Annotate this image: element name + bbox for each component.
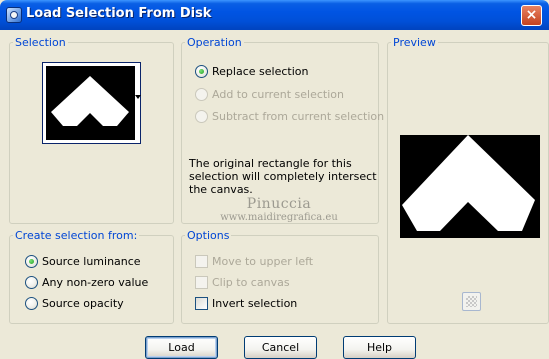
operation-legend: Operation bbox=[185, 36, 244, 49]
watermark-url: www.maidiregrafica.eu bbox=[220, 212, 338, 223]
preview-shape-icon bbox=[402, 135, 535, 231]
app-icon bbox=[6, 7, 22, 23]
selection-thumbnail-image bbox=[46, 66, 135, 140]
options-legend: Options bbox=[185, 229, 232, 242]
invert-selection-label: Invert selection bbox=[212, 297, 298, 310]
move-upper-left-label: Move to upper left bbox=[212, 255, 314, 268]
selection-legend: Selection bbox=[13, 36, 68, 49]
checkbox-icon bbox=[195, 276, 208, 289]
radio-unchecked-icon bbox=[25, 297, 38, 310]
create-from-nonzero-label: Any non-zero value bbox=[42, 276, 149, 289]
cancel-button[interactable]: Cancel bbox=[244, 336, 317, 359]
help-button[interactable]: Help bbox=[343, 336, 416, 359]
preview-legend: Preview bbox=[391, 36, 438, 49]
operation-replace-label: Replace selection bbox=[212, 65, 309, 78]
create-from-legend: Create selection from: bbox=[13, 229, 140, 242]
checkbox-icon bbox=[195, 297, 208, 310]
radio-unchecked-icon bbox=[25, 276, 38, 289]
create-from-luminance-label: Source luminance bbox=[42, 255, 141, 268]
chevron-down-icon bbox=[135, 95, 141, 99]
watermark: Pinuccia www.maidiregrafica.eu bbox=[214, 196, 344, 223]
load-button[interactable]: Load bbox=[145, 336, 218, 359]
radio-checked-icon bbox=[25, 255, 38, 268]
radio-unchecked-icon bbox=[195, 88, 208, 101]
operation-info-text: The original rectangle for this selectio… bbox=[189, 157, 377, 196]
operation-add-label: Add to current selection bbox=[212, 88, 344, 101]
selection-thumbnail-dropdown[interactable] bbox=[42, 62, 141, 144]
transparency-toggle-button[interactable] bbox=[462, 292, 481, 311]
operation-subtract-label: Subtract from current selection bbox=[212, 110, 385, 123]
preview-image bbox=[400, 135, 540, 238]
watermark-name: Pinuccia bbox=[246, 196, 312, 212]
radio-unchecked-icon bbox=[195, 110, 208, 123]
close-button[interactable]: × bbox=[521, 5, 542, 26]
thumbnail-shape-icon bbox=[51, 76, 129, 126]
create-from-opacity-label: Source opacity bbox=[42, 297, 124, 310]
title-bar: Load Selection From Disk × bbox=[0, 0, 549, 30]
clip-to-canvas-label: Clip to canvas bbox=[212, 276, 290, 289]
checkbox-icon bbox=[195, 255, 208, 268]
window-title: Load Selection From Disk bbox=[26, 6, 212, 21]
radio-checked-icon bbox=[195, 65, 208, 78]
